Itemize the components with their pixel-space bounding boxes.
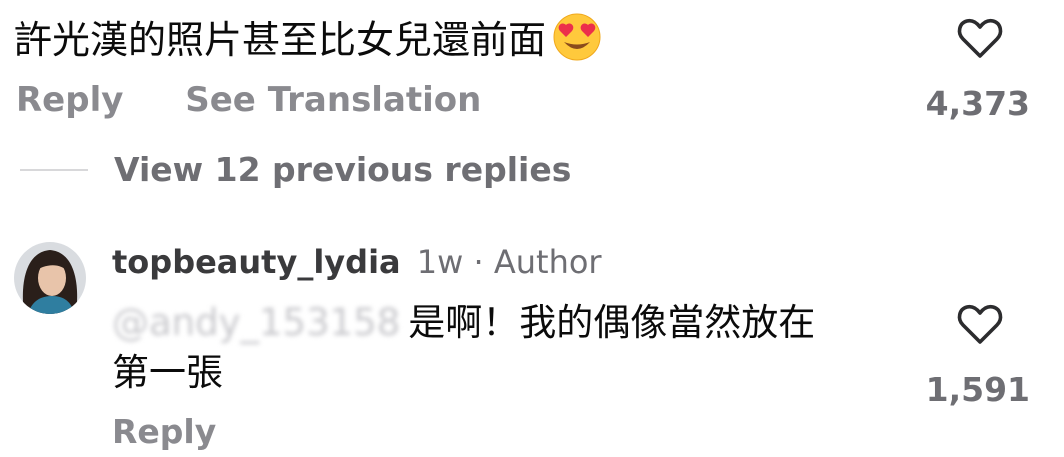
reply-header: topbeauty_lydia 1w · Author [112, 243, 602, 281]
mention-link[interactable]: @andy_153158 [112, 298, 400, 348]
avatar-image [14, 242, 86, 314]
comment-text-content: 許光漢的照片甚至比女兒還前面 [14, 18, 547, 62]
like-count: 4,373 [925, 84, 1030, 123]
meta-separator: · [473, 243, 484, 281]
reply-username[interactable]: topbeauty_lydia [112, 243, 401, 281]
reply-time: 1w [416, 243, 464, 281]
reply-like-heart-icon[interactable] [956, 302, 1004, 346]
reply-text-line1: 是啊！我的偶像當然放在 [408, 301, 816, 344]
reply-text: @andy_153158 是啊！我的偶像當然放在 第一張 [112, 298, 892, 398]
view-previous-replies-label: View 12 previous replies [114, 150, 572, 189]
comments-panel: 許光漢的照片甚至比女兒還前面 Reply See Translation 4,3… [0, 0, 1064, 457]
avatar[interactable] [14, 242, 86, 314]
reply-reply-button[interactable]: Reply [112, 412, 216, 451]
view-previous-replies-button[interactable]: View 12 previous replies [20, 150, 571, 189]
reply-button[interactable]: Reply [16, 80, 123, 120]
author-badge: Author [493, 243, 602, 281]
reply-text-line2: 第一張 [112, 351, 223, 394]
see-translation-button[interactable]: See Translation [185, 80, 481, 120]
thread-divider [20, 168, 88, 171]
like-heart-icon[interactable] [956, 16, 1004, 60]
reply-like-count: 1,591 [925, 370, 1030, 409]
comment-actions: Reply See Translation [16, 80, 481, 120]
comment-text: 許光漢的照片甚至比女兒還前面 [14, 12, 602, 66]
heart-eyes-emoji-icon [553, 13, 601, 61]
